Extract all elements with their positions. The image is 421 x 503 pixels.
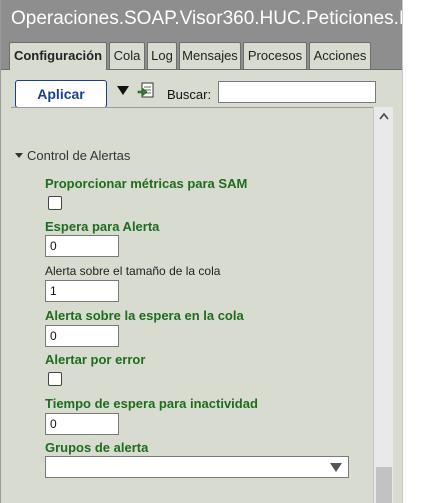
alert-on-error-label: Alertar por error bbox=[45, 352, 146, 367]
scroll-up-arrow-icon[interactable] bbox=[378, 111, 390, 121]
tab-log[interactable]: Log bbox=[147, 42, 177, 69]
alert-wait-label: Espera para Alerta bbox=[45, 219, 160, 234]
window-title-bar: Operaciones.SOAP.Visor360.HUC.Peticiones… bbox=[1, 0, 403, 34]
dropdown-triangle-icon[interactable] bbox=[117, 86, 129, 95]
alert-wait-input[interactable]: 0 bbox=[45, 235, 119, 257]
vertical-scrollbar[interactable] bbox=[373, 107, 393, 503]
section-header-control-alertas[interactable]: Control de Alertas bbox=[15, 148, 130, 163]
tab-strip: Configuración Cola Log Mensajes Procesos… bbox=[1, 34, 403, 71]
alert-groups-label: Grupos de alerta bbox=[45, 440, 149, 455]
tab-procesos[interactable]: Procesos bbox=[243, 42, 307, 69]
search-label: Buscar: bbox=[167, 87, 212, 102]
select-arrow-icon bbox=[330, 463, 342, 472]
window-title: Operaciones.SOAP.Visor360.HUC.Peticiones… bbox=[11, 8, 403, 29]
queue-size-alert-input[interactable]: 1 bbox=[45, 280, 119, 302]
settings-panel: Operaciones.SOAP.Visor360.HUC.Peticiones… bbox=[0, 0, 403, 503]
alert-on-error-checkbox[interactable] bbox=[48, 372, 62, 386]
tab-mensajes[interactable]: Mensajes bbox=[179, 42, 241, 69]
inactivity-timeout-input[interactable]: 0 bbox=[45, 413, 119, 435]
expand-arrow-icon bbox=[15, 153, 23, 159]
tab-configuracion[interactable]: Configuración bbox=[9, 42, 107, 71]
alert-groups-select[interactable] bbox=[45, 456, 349, 478]
queue-wait-alert-label: Alerta sobre la espera en la cola bbox=[45, 308, 244, 323]
apply-button[interactable]: Aplicar bbox=[15, 80, 107, 108]
inactivity-timeout-label: Tiempo de espera para inactividad bbox=[45, 396, 258, 411]
queue-wait-alert-input[interactable]: 0 bbox=[45, 325, 119, 347]
section-title: Control de Alertas bbox=[27, 148, 131, 163]
outer-scroll-track bbox=[402, 0, 421, 503]
search-input[interactable] bbox=[218, 81, 376, 103]
sam-metrics-checkbox[interactable] bbox=[48, 196, 62, 210]
sam-metrics-label: Proporcionar métricas para SAM bbox=[45, 176, 248, 191]
tab-acciones[interactable]: Acciones bbox=[309, 42, 371, 69]
queue-size-alert-label: Alerta sobre el tamaño de la cola bbox=[45, 264, 221, 278]
tab-cola[interactable]: Cola bbox=[109, 42, 145, 69]
scrollbar-thumb[interactable] bbox=[376, 467, 392, 503]
export-icon[interactable] bbox=[137, 82, 155, 100]
